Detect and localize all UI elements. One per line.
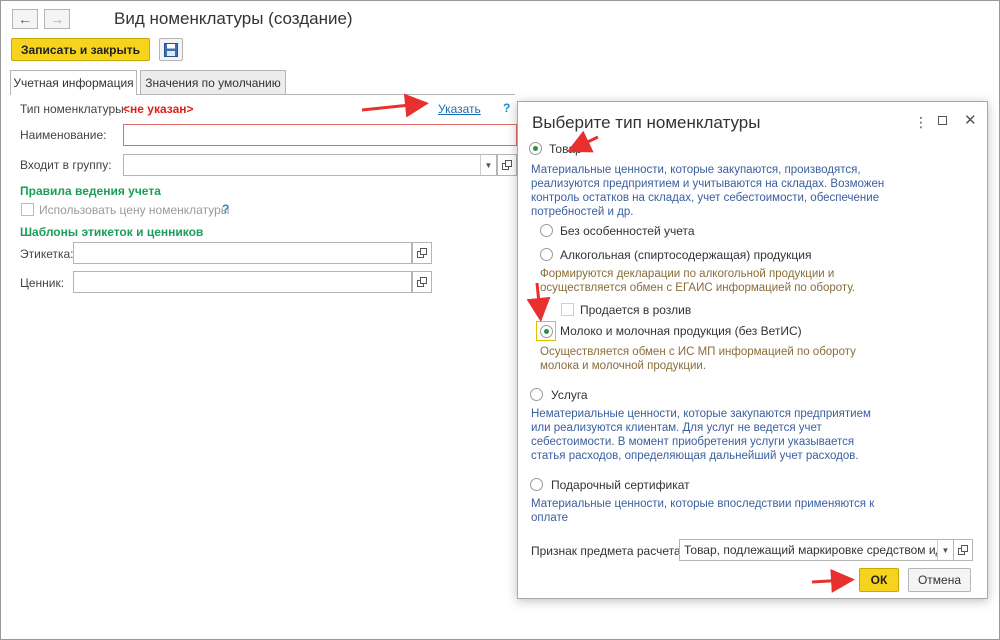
- radio-milk-label: Молоко и молочная продукция (без ВетИС): [560, 324, 802, 338]
- radio-no-features-label: Без особенностей учета: [560, 224, 695, 238]
- group-open-button[interactable]: [497, 154, 517, 176]
- accounting-rules-heading: Правила ведения учета: [20, 184, 161, 198]
- certificate-description: Материальные ценности, которые впоследст…: [531, 498, 875, 524]
- payment-subject-label: Признак предмета расчета:: [531, 544, 684, 558]
- open-form-icon: [417, 277, 427, 287]
- type-help-icon[interactable]: ?: [503, 101, 510, 115]
- label-templates-heading: Шаблоны этикеток и ценников: [20, 225, 204, 239]
- label-template-input[interactable]: [73, 242, 412, 264]
- tab-accounting-info[interactable]: Учетная информация: [10, 70, 137, 95]
- label-template-open-button[interactable]: [412, 242, 432, 264]
- specify-type-link[interactable]: Указать: [438, 102, 481, 116]
- cancel-button[interactable]: Отмена: [908, 568, 971, 592]
- back-button[interactable]: ←: [12, 9, 38, 29]
- type-label: Тип номенклатуры:: [20, 102, 128, 116]
- open-form-icon: [417, 248, 427, 258]
- radio-service-label: Услуга: [551, 388, 588, 402]
- group-dropdown-button[interactable]: ▼: [480, 155, 496, 175]
- payment-subject-dropdown[interactable]: ▼: [937, 540, 953, 560]
- radio-certificate-label: Подарочный сертификат: [551, 478, 690, 492]
- alcohol-description: Формируются декларации по алкогольной пр…: [540, 268, 856, 294]
- payment-subject-input[interactable]: Товар, подлежащий маркировке средством и…: [679, 539, 954, 561]
- forward-button[interactable]: →: [44, 9, 70, 29]
- save-and-close-button[interactable]: Записать и закрыть: [11, 38, 150, 61]
- dropdown-icon: ▼: [484, 160, 493, 170]
- radio-alcohol-label: Алкогольная (спиртосодержащая) продукция: [560, 248, 812, 262]
- radio-service[interactable]: [530, 388, 543, 401]
- ok-button[interactable]: ОК: [859, 568, 899, 592]
- close-icon[interactable]: ✕: [964, 111, 977, 129]
- radio-goods-label: Товар: [549, 142, 582, 156]
- radio-no-features[interactable]: [540, 224, 553, 237]
- use-price-label: Использовать цену номенклатуры: [39, 203, 230, 217]
- window-title: Вид номенклатуры (создание): [114, 9, 353, 28]
- name-input[interactable]: [123, 124, 517, 146]
- save-disk-icon: [164, 42, 178, 57]
- radio-alcohol[interactable]: [540, 248, 553, 261]
- payment-subject-open-button[interactable]: [953, 539, 973, 561]
- active-tab-gap: [11, 94, 136, 96]
- use-price-help-icon[interactable]: ?: [222, 202, 229, 216]
- dropdown-icon: ▼: [941, 545, 950, 555]
- milk-description: Осуществляется обмен с ИС МП информацией…: [540, 346, 856, 372]
- open-form-icon: [958, 545, 968, 555]
- group-label: Входит в группу:: [20, 158, 112, 172]
- type-value: <не указан>: [123, 102, 194, 116]
- goods-description: Материальные ценности, которые закупаютс…: [531, 164, 885, 218]
- dialog-title: Выберите тип номенклатуры: [532, 113, 761, 132]
- radio-goods[interactable]: [529, 142, 542, 155]
- use-price-checkbox[interactable]: [21, 203, 34, 216]
- label-template-label: Этикетка:: [20, 247, 74, 261]
- type-selection-dialog: Выберите тип номенклатуры ⋮ ✕ Товар Мате…: [517, 101, 988, 599]
- tab-defaults[interactable]: Значения по умолчанию: [140, 70, 286, 94]
- service-description: Нематериальные ценности, которые закупаю…: [531, 408, 871, 462]
- radio-certificate[interactable]: [530, 478, 543, 491]
- price-tag-label: Ценник:: [20, 276, 65, 290]
- draft-label: Продается в розлив: [580, 303, 692, 317]
- maximize-icon[interactable]: [938, 116, 947, 125]
- forward-arrow-icon: →: [50, 11, 64, 27]
- name-label: Наименование:: [20, 128, 107, 142]
- price-tag-input[interactable]: [73, 271, 412, 293]
- open-form-icon: [502, 160, 512, 170]
- draft-checkbox[interactable]: [561, 303, 574, 316]
- more-icon[interactable]: ⋮: [914, 114, 928, 131]
- radio-milk[interactable]: [540, 325, 553, 338]
- group-input[interactable]: [123, 154, 497, 176]
- save-button[interactable]: [159, 38, 183, 61]
- price-tag-open-button[interactable]: [412, 271, 432, 293]
- back-arrow-icon: ←: [18, 11, 32, 27]
